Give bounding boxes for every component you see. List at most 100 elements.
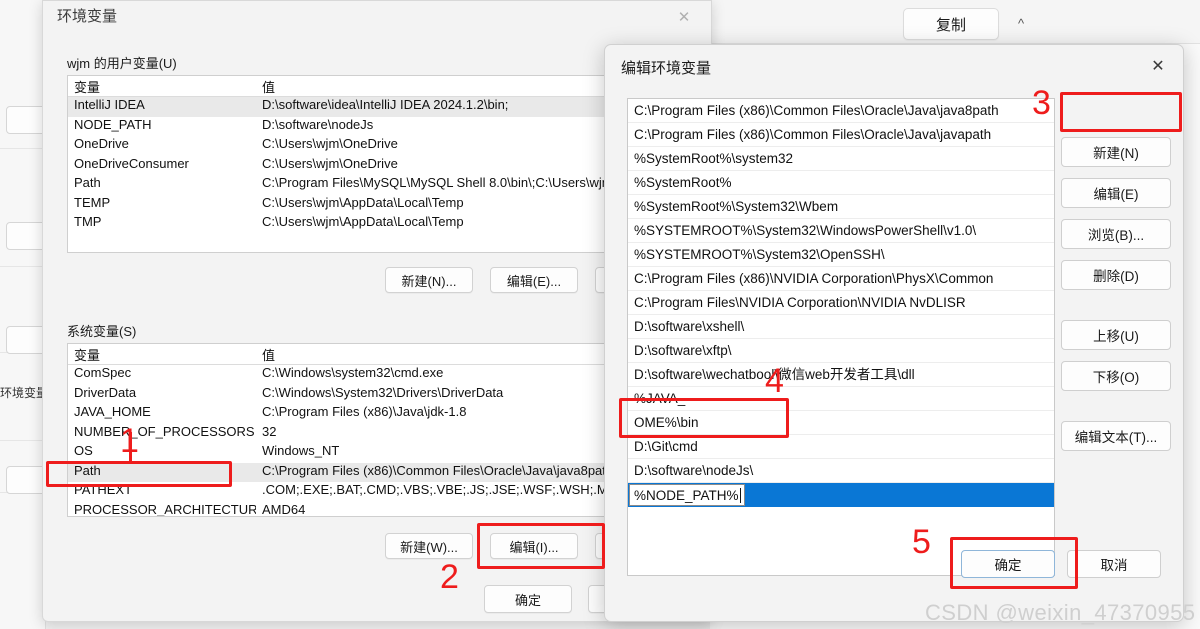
dialog-delete-label: 删除(D) [1093,269,1139,284]
window-title: 环境变量 [57,8,118,25]
dialog-new-button[interactable]: 新建(N) [1061,137,1171,167]
annotation-box-4 [619,398,789,438]
table-row[interactable]: ComSpec C:\Windows\system32\cmd.exe [68,365,686,385]
table-row[interactable]: OneDriveConsumer C:\Users\wjm\OneDrive [68,156,686,176]
dialog-move-down-label: 下移(O) [1092,370,1140,385]
dialog-move-up-label: 上移(U) [1093,329,1139,344]
system-variables-rows: ComSpec C:\Windows\system32\cmd.exe Driver… [68,365,686,517]
watermark: CSDN @weixin_47370955 [925,600,1196,625]
background-env-var-link[interactable]: 环境变量 [0,384,48,401]
dialog-move-down-button[interactable]: 下移(O) [1061,361,1171,391]
path-list-item[interactable]: D:\software\xftp\ [628,339,1054,363]
user-edit-label: 编辑(E)... [506,273,562,289]
user-new-button[interactable]: 新建(N)... [385,267,473,293]
path-list-item[interactable]: %SystemRoot%\system32 [628,147,1054,171]
path-list-item[interactable]: C:\Program Files (x86)\NVIDIA Corporatio… [628,267,1054,291]
table-row[interactable]: NODE_PATH D:\software\nodeJs [68,117,686,137]
close-icon[interactable]: ✕ [663,3,705,31]
variable-name: TEMP [74,194,111,210]
annotation-box-3 [1060,92,1182,132]
table-row[interactable]: TMP C:\Users\wjm\AppData\Local\Temp [68,214,686,234]
background-divider [0,148,46,149]
annotation-box-1 [46,461,232,487]
path-list-item[interactable]: %SystemRoot% [628,171,1054,195]
table-row[interactable]: OS Windows_NT [68,443,686,463]
table-row[interactable]: Path C:\Program Files\MySQL\MySQL Shell 8… [68,175,686,195]
column-header-name: 变量 [74,348,101,363]
user-variables-label: wjm 的用户变量(U) [67,56,177,71]
variable-name: NODE_PATH [74,116,152,132]
dialog-move-up-button[interactable]: 上移(U) [1061,320,1171,350]
user-variables-rows: IntelliJ IDEA D:\software\idea\IntelliJ I… [68,97,686,234]
annotation-box-5 [950,537,1078,589]
system-variables-label: 系统变量(S) [67,324,137,339]
dialog-cancel-label: 取消 [1100,558,1128,573]
background-divider [0,440,46,441]
table-row[interactable]: DriverData C:\Windows\System32\Drivers\Dr… [68,385,686,405]
table-row[interactable]: PROCESSOR_ARCHITECTURE AMD64 [68,501,686,517]
annotation-box-2 [477,523,605,569]
path-list-item[interactable]: C:\Program Files (x86)\Common Files\Orac… [628,123,1054,147]
main-ok-button[interactable]: 确定 [484,585,572,613]
variable-name: OneDriveConsumer [74,155,189,171]
background-divider [0,266,46,267]
path-list-item[interactable]: C:\Program Files (x86)\Common Files\Orac… [628,99,1054,123]
variable-name: JAVA_HOME [74,404,151,419]
user-edit-button[interactable]: 编辑(E)... [490,267,578,293]
annotation-number-1: 1 [120,422,139,460]
path-list[interactable]: C:\Program Files (x86)\Common Files\Orac… [627,98,1055,576]
text-caret [739,488,741,503]
dialog-edit-label: 编辑(E) [1093,187,1139,202]
annotation-number-5: 5 [912,523,931,561]
variable-name: DriverData [74,384,137,400]
path-list-item[interactable]: D:\software\nodeJs\ [628,459,1054,483]
table-row[interactable]: IntelliJ IDEA D:\software\idea\IntelliJ I… [68,97,686,117]
dialog-edit-button[interactable]: 编辑(E) [1061,178,1171,208]
table-row[interactable]: OneDrive C:\Users\wjm\OneDrive [68,136,686,156]
table-row[interactable]: JAVA_HOME C:\Program Files (x86)\Java\jdk… [68,404,686,424]
table-header: 变量 值 [68,76,686,97]
path-edit-input[interactable]: %NODE_PATH% [629,484,745,506]
path-edit-value: %NODE_PATH% [634,488,739,503]
variable-name: TMP [74,214,102,229]
copy-button-label: 复制 [935,16,966,34]
system-variables-table[interactable]: 变量 值 ComSpec C:\Windows\system32\cmd.exe D… [67,343,687,517]
variable-name: PROCESSOR_ARCHITECTURE [74,501,256,517]
chevron-up-icon[interactable]: ^ [1012,14,1030,32]
table-row[interactable]: NUMBER_OF_PROCESSORS 32 [68,424,686,444]
variable-name: OS [74,443,93,458]
dialog-new-label: 新建(N) [1093,146,1139,161]
dialog-edit-text-label: 编辑文本(T)... [1074,430,1158,445]
variable-name: IntelliJ IDEA [74,97,145,112]
variable-name: ComSpec [74,365,132,380]
background-left-column [0,0,46,629]
user-new-label: 新建(N)... [401,273,457,289]
variable-name: OneDrive [74,136,129,151]
dialog-browse-label: 浏览(B)... [1087,228,1145,243]
dialog-title: 编辑环境变量 [621,60,712,77]
path-list-item[interactable]: D:\software\xshell\ [628,315,1054,339]
annotation-number-3: 3 [1032,84,1051,122]
path-list-item[interactable]: %SYSTEMROOT%\System32\OpenSSH\ [628,243,1054,267]
path-list-item[interactable]: D:\Git\cmd [628,435,1054,459]
path-list-item[interactable]: C:\Program Files\NVIDIA Corporation\NVID… [628,291,1054,315]
dialog-delete-button[interactable]: 删除(D) [1061,260,1171,290]
dialog-cancel-button[interactable]: 取消 [1067,550,1161,578]
user-variables-table[interactable]: 变量 值 IntelliJ IDEA D:\software\idea\Intel… [67,75,687,253]
main-ok-label: 确定 [514,592,541,608]
screenshot-root: 设 设 设 环境变量 复制 ^ 环境变量 ✕ wjm 的用户变量(U) 变量 值… [0,0,1200,629]
dialog-browse-button[interactable]: 浏览(B)... [1061,219,1171,249]
annotation-number-4: 4 [765,362,784,400]
path-list-selected-row[interactable]: %NODE_PATH% [628,483,1054,507]
path-list-item[interactable]: %SYSTEMROOT%\System32\WindowsPowerShell\… [628,219,1054,243]
system-new-button[interactable]: 新建(W)... [385,533,473,559]
close-icon[interactable]: ✕ [1141,53,1175,79]
table-row[interactable]: TEMP C:\Users\wjm\AppData\Local\Temp [68,195,686,215]
annotation-number-2: 2 [440,558,459,596]
system-new-label: 新建(W)... [400,539,458,555]
dialog-edit-text-button[interactable]: 编辑文本(T)... [1061,421,1171,451]
copy-button[interactable]: 复制 [903,8,999,40]
path-list-item[interactable]: %SystemRoot%\System32\Wbem [628,195,1054,219]
path-list-item[interactable]: D:\software\wechatbool\微信web开发者工具\dll [628,363,1054,387]
table-header: 变量 值 [68,344,686,365]
